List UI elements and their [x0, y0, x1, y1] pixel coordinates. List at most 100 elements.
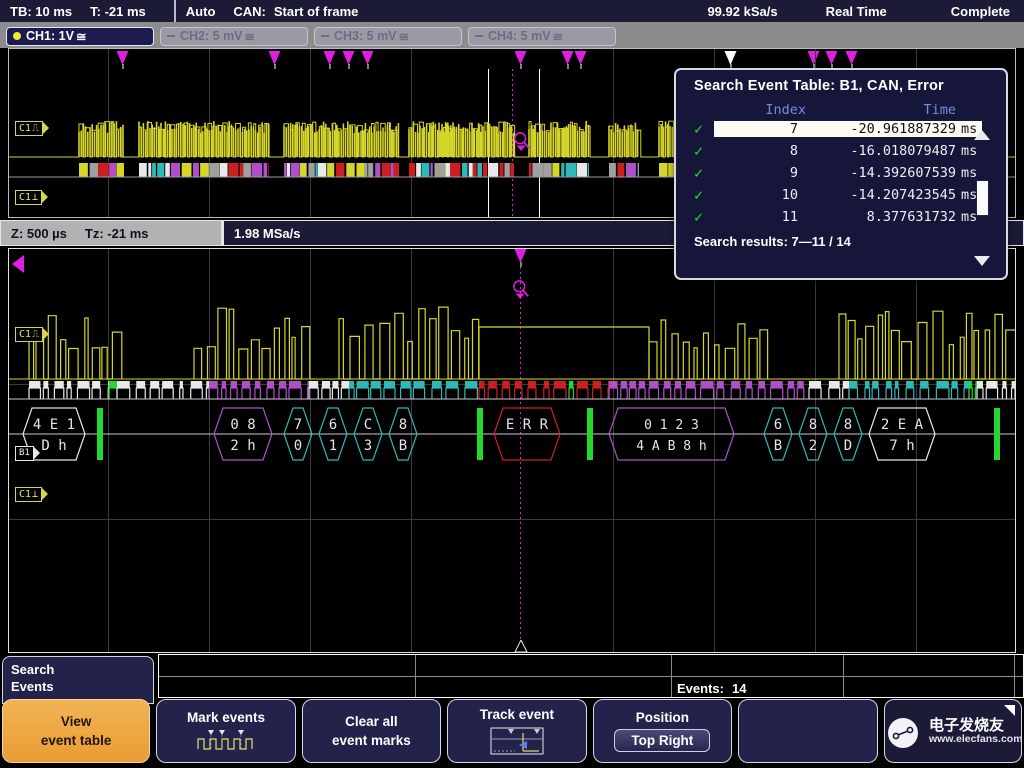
results-grid: Events: 14 [158, 654, 1024, 698]
button-label-line1: Mark events [187, 710, 265, 725]
table-row[interactable]: ✓ 9 -14.392607539 ms [694, 162, 996, 184]
search-event-table-panel[interactable]: Search Event Table: B1, CAN, Error Index… [674, 68, 1008, 280]
bus-label-b1[interactable]: B1 [15, 446, 34, 461]
svg-text:6: 6 [774, 417, 782, 433]
channel-button-ch1[interactable]: CH1: 1V ≅ [6, 27, 154, 46]
channel-on-indicator-icon [13, 32, 21, 40]
button-label-line2: event table [41, 733, 112, 748]
row-check-icon[interactable]: ✓ [694, 208, 714, 226]
slope-glyph-icon: ⎍ [32, 123, 39, 134]
channel-off-indicator-icon [475, 35, 483, 37]
zoom-scale-value: Z: 500 µs [11, 226, 67, 241]
table-row[interactable]: ✓ 7 -20.961887329 ms [694, 118, 996, 140]
svg-text:8: 8 [399, 417, 407, 433]
ch1-ground-label-zoom[interactable]: C1⊥ [15, 487, 42, 502]
ch1-label-zoom[interactable]: C1⎍ [15, 327, 43, 342]
view-event-table-button[interactable]: View event table [2, 699, 150, 763]
svg-text:E R R: E R R [506, 417, 549, 433]
zoom-waveform-window[interactable]: 4 E 1D h0 82 h7061C38BE R R0 1 2 34 A B … [8, 248, 1016, 653]
event-table-header-row: Index Time [694, 102, 996, 118]
logo-text: 电子发烧友 [929, 718, 1022, 733]
search-events-tab[interactable]: Search Events [2, 656, 154, 704]
event-table-title: Search Event Table: B1, CAN, Error [694, 78, 996, 94]
coupling-icon-ch2: ≅ [245, 29, 255, 44]
ground-glyph-icon: ⊥ [32, 489, 38, 500]
row-time: -14.392607539 [806, 165, 956, 181]
svg-text:0: 0 [294, 438, 302, 454]
table-row[interactable]: ✓ 8 -16.018079487 ms [694, 140, 996, 162]
column-header-time: Time [806, 102, 956, 118]
row-time: -20.961887329 [806, 121, 956, 137]
events-count: 14 [732, 681, 746, 696]
channel-label-ch4: CH4: 5 mV [488, 29, 551, 43]
row-index: 7 [714, 121, 806, 137]
divider [174, 0, 176, 22]
coupling-icon-ch3: ≅ [399, 29, 409, 44]
channel-off-indicator-icon [321, 35, 329, 37]
corner-triangle-icon [1004, 705, 1015, 716]
logo-url: www.elecfans.com [929, 733, 1022, 745]
button-label-line2: event marks [332, 733, 411, 748]
tab-title-line1: Search [11, 661, 153, 678]
ch1-label-overview[interactable]: C1⎍ [15, 121, 43, 136]
channel-button-ch4[interactable]: CH4: 5 mV ≅ [468, 27, 616, 46]
row-check-icon[interactable]: ✓ [694, 142, 714, 160]
svg-text:B: B [774, 438, 782, 454]
track-event-icon [489, 726, 545, 756]
acquisition-state: Complete [951, 4, 1010, 19]
timebase-group: TB: 10 ms T: -21 ms [0, 0, 164, 22]
slope-glyph-icon: ⎍ [32, 329, 39, 340]
row-index: 10 [714, 187, 806, 203]
button-label-line1: Clear all [345, 714, 398, 729]
svg-text:2 h: 2 h [230, 438, 255, 454]
row-check-icon[interactable]: ✓ [694, 186, 714, 204]
zoom-settings-group[interactable]: Z: 500 µs Tz: -21 ms [0, 220, 222, 246]
channel-button-ch2[interactable]: CH2: 5 mV ≅ [160, 27, 308, 46]
svg-text:7 h: 7 h [889, 438, 914, 454]
trigger-offset-value: T: -21 ms [90, 4, 146, 19]
zoom-magnifier-icon[interactable] [513, 131, 531, 151]
row-check-icon[interactable]: ✓ [694, 164, 714, 182]
channel-label-ch1: CH1: 1V [26, 29, 74, 43]
event-table-scrollbar[interactable] [972, 128, 992, 268]
can-decode-frames: 4 E 1D h0 82 h7061C38BE R R0 1 2 34 A B … [9, 404, 1016, 466]
row-check-icon[interactable]: ✓ [694, 120, 714, 138]
channel-button-ch3[interactable]: CH3: 5 mV ≅ [314, 27, 462, 46]
table-row[interactable]: ✓ 11 8.377631732 ms [694, 206, 996, 228]
scroll-up-icon[interactable] [974, 130, 990, 140]
row-time: -14.207423545 [806, 187, 956, 203]
scroll-down-icon[interactable] [974, 256, 990, 266]
table-row[interactable]: ✓ 10 -14.207423545 ms [694, 184, 996, 206]
acquisition-mode: Real Time [826, 4, 887, 19]
empty-toolbar-button[interactable] [738, 699, 877, 763]
vendor-logo-button[interactable]: 电子发烧友 www.elecfans.com [884, 699, 1022, 763]
pulse-marks-icon [194, 729, 258, 753]
sample-rate: 99.92 kSa/s [707, 4, 777, 19]
ch1-ground-label-overview[interactable]: C1⊥ [15, 190, 42, 205]
ground-glyph-icon: ⊥ [32, 192, 38, 203]
svg-text:3: 3 [364, 438, 372, 454]
svg-text:2: 2 [809, 438, 817, 454]
svg-text:8: 8 [809, 417, 817, 433]
scrollbar-thumb[interactable] [976, 180, 989, 216]
position-button[interactable]: Position Top Right [593, 699, 732, 763]
clear-all-event-marks-button[interactable]: Clear all event marks [302, 699, 441, 763]
svg-text:6: 6 [329, 417, 337, 433]
zoom-sample-rate-value: 1.98 MSa/s [234, 226, 301, 241]
position-value[interactable]: Top Right [614, 729, 710, 752]
channel-off-indicator-icon [167, 35, 175, 37]
search-results-summary: Search results: 7—11 / 14 [694, 234, 996, 249]
svg-text:2 E A: 2 E A [881, 417, 924, 433]
channel-label-ch3: CH3: 5 mV [334, 29, 397, 43]
button-label-line1: Position [636, 710, 689, 725]
button-label-line1: Track event [480, 707, 554, 722]
zoom-position-value: Tz: -21 ms [85, 226, 149, 241]
svg-text:0 8: 0 8 [230, 417, 255, 433]
protocol-label: CAN: [233, 4, 266, 19]
mark-events-button[interactable]: Mark events [156, 699, 295, 763]
svg-text:C: C [364, 417, 372, 433]
track-event-button[interactable]: Track event [447, 699, 586, 763]
row-index: 8 [714, 143, 806, 159]
column-header-index: Index [694, 102, 806, 118]
row-index: 9 [714, 165, 806, 181]
